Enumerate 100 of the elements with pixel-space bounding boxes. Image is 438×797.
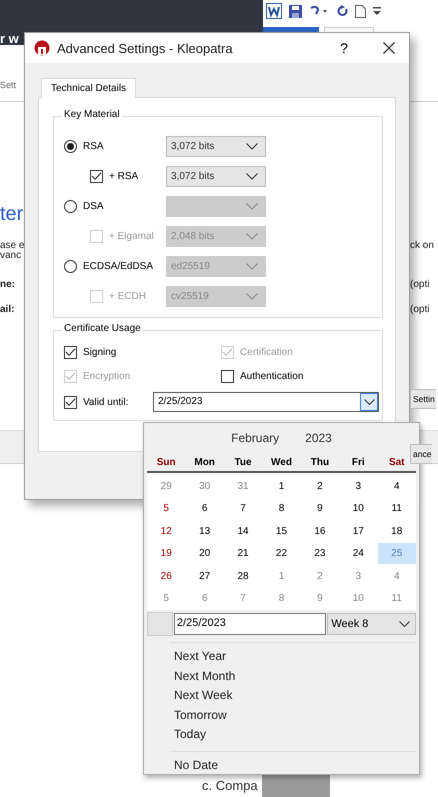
calendar-day[interactable]: 2 xyxy=(300,566,340,587)
calendar-day[interactable]: 15 xyxy=(262,520,301,542)
group-title: Key Material xyxy=(62,109,122,120)
app-icon xyxy=(34,40,50,56)
option-label: + Elgamal xyxy=(109,230,154,242)
customize-icon[interactable] xyxy=(373,6,381,16)
menu-item[interactable]: No Date xyxy=(147,756,416,775)
window-title: Advanced Settings - Kleopatra xyxy=(57,40,234,56)
calendar-day[interactable]: 3 xyxy=(339,566,378,587)
background-button[interactable]: Settin xyxy=(410,389,436,409)
calendar-day[interactable]: 9 xyxy=(300,498,340,520)
redo-icon[interactable] xyxy=(336,5,348,17)
option-label: Authentication xyxy=(240,370,304,382)
chevron-down-icon xyxy=(246,292,258,300)
option-label: Valid until: xyxy=(83,396,130,408)
background-text: c. Compa xyxy=(202,778,258,793)
undo-icon[interactable] xyxy=(309,5,329,17)
size-dropdown[interactable]: 3,072 bits xyxy=(166,136,266,156)
calendar-day[interactable]: 7 xyxy=(224,498,262,520)
calendar-day[interactable]: 29 xyxy=(147,476,186,497)
calendar-day[interactable]: 4 xyxy=(378,476,416,497)
chevron-down-icon xyxy=(246,142,258,150)
background-text: (opti xyxy=(410,304,430,315)
calendar-day[interactable]: 6 xyxy=(185,588,224,610)
tab[interactable]: Technical Details xyxy=(41,78,136,98)
word-icon[interactable] xyxy=(266,3,282,19)
calendar-day[interactable]: 5 xyxy=(147,498,186,520)
calendar-day[interactable]: 3 xyxy=(339,476,378,497)
menu-item[interactable]: Next Year xyxy=(147,647,416,666)
calendar-day[interactable]: 28 xyxy=(224,566,262,587)
chevron-down-icon xyxy=(246,262,258,270)
option-label: RSA xyxy=(83,140,104,152)
menu-item[interactable]: Today xyxy=(147,725,416,744)
calendar-day[interactable]: 4 xyxy=(378,566,416,587)
background-text: ne: xyxy=(0,279,15,290)
background-text: ase e xyxy=(0,240,24,251)
week-number-box xyxy=(147,612,173,636)
calendar-day[interactable]: 6 xyxy=(185,498,224,520)
calendar-day[interactable]: 19 xyxy=(147,543,186,564)
calendar-day[interactable]: 17 xyxy=(339,520,378,542)
calendar-day[interactable]: 8 xyxy=(262,588,301,610)
year-label[interactable]: 2023 xyxy=(305,431,332,453)
background-panel xyxy=(262,775,330,797)
calendar-day[interactable]: 26 xyxy=(147,566,186,587)
calendar-day[interactable]: 22 xyxy=(262,543,301,564)
calendar-day[interactable]: 1 xyxy=(262,476,301,497)
calendar-day[interactable]: 23 xyxy=(300,543,340,564)
nav-text: r w xyxy=(0,31,19,46)
menu-item[interactable]: Next Month xyxy=(147,666,416,686)
calendar-day[interactable]: 11 xyxy=(378,498,416,520)
background-text: (opti xyxy=(410,279,430,290)
option-label: + ECDH xyxy=(109,290,146,302)
calendar-day[interactable]: 10 xyxy=(339,498,378,520)
radio-button[interactable] xyxy=(64,200,77,212)
calendar-day[interactable]: 7 xyxy=(224,588,262,610)
background-button[interactable]: ance xyxy=(410,444,432,464)
radio-button[interactable] xyxy=(64,260,77,272)
calendar-day[interactable]: 14 xyxy=(224,520,262,542)
calendar-day[interactable]: 20 xyxy=(185,543,224,564)
checkbox[interactable] xyxy=(90,170,103,182)
weekday-label: Thu xyxy=(310,456,330,468)
calendar-day[interactable]: 1 xyxy=(262,566,301,587)
month-label[interactable]: February xyxy=(231,431,280,453)
calendar-day[interactable]: 8 xyxy=(262,498,301,520)
calendar-day[interactable]: 2 xyxy=(300,476,340,497)
checkbox[interactable] xyxy=(64,396,77,408)
background-text: vanc xyxy=(0,250,22,261)
calendar-day[interactable]: 16 xyxy=(300,520,340,542)
weekday-label: Sat xyxy=(388,456,406,468)
size-dropdown[interactable]: 3,072 bits xyxy=(166,166,266,186)
calendar-day[interactable]: 31 xyxy=(224,476,262,497)
calendar-day[interactable]: 24 xyxy=(339,543,378,564)
page-icon[interactable] xyxy=(355,4,366,18)
background-text: Sett xyxy=(0,80,16,90)
calendar-day[interactable]: 27 xyxy=(185,566,224,587)
save-icon[interactable] xyxy=(289,4,302,18)
date-input[interactable]: 2/25/2023 xyxy=(174,612,326,634)
calendar-day[interactable]: 9 xyxy=(300,588,340,610)
option-label: DSA xyxy=(83,200,104,212)
calendar-day[interactable]: 18 xyxy=(378,520,416,542)
week-dropdown[interactable]: Week 8 xyxy=(327,612,416,634)
calendar-day[interactable]: 30 xyxy=(185,476,224,497)
calendar-day[interactable]: 10 xyxy=(339,588,378,610)
calendar-day[interactable]: 12 xyxy=(147,520,186,542)
help-button[interactable]: ? xyxy=(329,39,359,57)
chevron-down-icon xyxy=(246,202,258,210)
weekday-label: Tue xyxy=(234,456,253,468)
checkbox[interactable] xyxy=(64,346,77,358)
calendar-day[interactable]: 5 xyxy=(147,588,186,610)
calendar-day[interactable]: 11 xyxy=(378,588,416,610)
menu-item[interactable]: Tomorrow xyxy=(147,706,416,725)
radio-button[interactable] xyxy=(64,140,77,152)
menu-item[interactable]: Next Week xyxy=(147,686,416,706)
weekday-label: Mon xyxy=(193,456,216,468)
calendar-day[interactable]: 13 xyxy=(185,520,224,542)
option-label: Encryption xyxy=(83,370,130,382)
option-label: ECDSA/EdDSA xyxy=(83,260,154,272)
group-title: Certificate Usage xyxy=(62,323,143,334)
calendar-day[interactable]: 21 xyxy=(224,543,262,564)
checkbox[interactable] xyxy=(221,370,234,382)
